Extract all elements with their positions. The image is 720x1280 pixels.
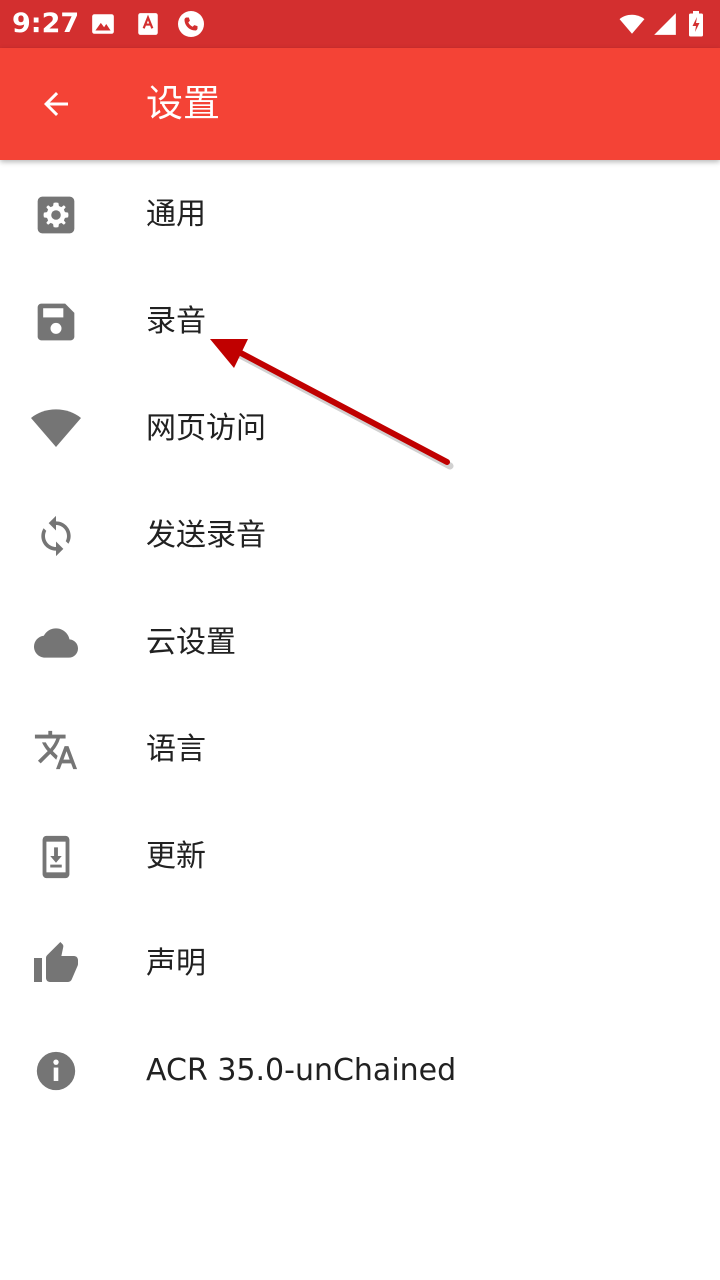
settings-item-about[interactable]: ACR 35.0-unChained [0,1016,720,1123]
wifi-icon [28,401,84,457]
sync-icon [28,508,84,564]
settings-item-language[interactable]: 语言 [0,695,720,802]
settings-item-cloud[interactable]: 云设置 [0,588,720,695]
settings-item-label: 网页访问 [146,411,266,446]
translate-icon [28,722,84,778]
cloud-icon [28,615,84,671]
settings-item-disclaimer[interactable]: 声明 [0,909,720,1016]
settings-item-label: 录音 [146,304,206,339]
status-bar: 9:27 [0,0,720,48]
battery-charging-icon [689,11,703,37]
settings-item-update[interactable]: 更新 [0,802,720,909]
settings-item-label: 发送录音 [146,518,266,553]
settings-item-web-access[interactable]: 网页访问 [0,374,720,481]
settings-item-label: 声明 [146,946,206,981]
settings-item-label: 通用 [146,197,206,232]
settings-item-general[interactable]: 通用 [0,160,720,267]
arrow-back-icon [44,92,68,116]
info-icon [28,1043,84,1099]
save-icon [28,294,84,350]
settings-item-send-recordings[interactable]: 发送录音 [0,481,720,588]
settings-item-label: 云设置 [146,625,236,660]
signal-icon [654,13,676,35]
phone-download-icon [28,829,84,885]
settings-list: 通用 录音 网页访问 发送录音 云设置 语言 更新 声明 ACR 35.0-un… [0,160,720,1123]
settings-item-label: 更新 [146,839,206,874]
app-bar: 设置 [0,48,720,160]
thumbs-up-icon [28,936,84,992]
acrobat-icon [138,13,158,35]
settings-item-label: 语言 [146,732,206,767]
settings-item-recording[interactable]: 录音 [0,267,720,374]
wifi-icon [619,14,645,34]
phone-call-icon [178,11,204,37]
gear-icon [28,187,84,243]
back-button[interactable] [24,72,88,136]
page-title: 设置 [146,82,220,125]
image-icon [92,14,114,34]
settings-item-label: ACR 35.0-unChained [146,1053,457,1088]
status-time: 9:27 [12,8,80,39]
